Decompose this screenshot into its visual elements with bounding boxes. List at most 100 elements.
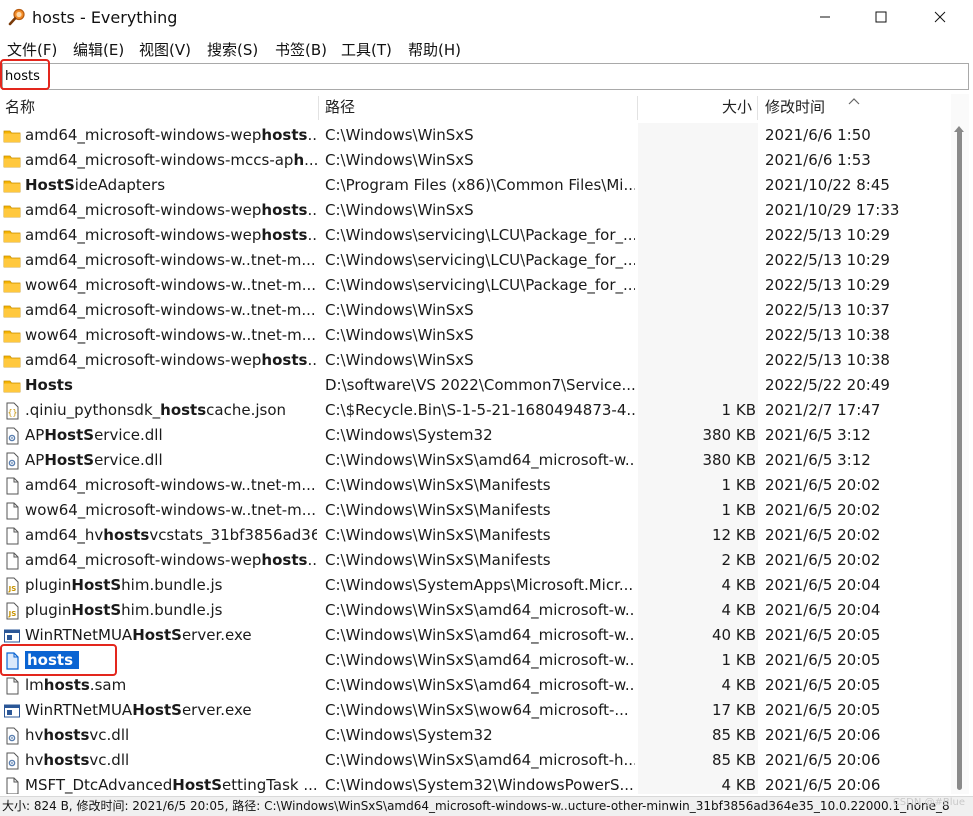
name-match-highlight: hosts: [261, 126, 308, 144]
menu-edit[interactable]: 编辑(E): [73, 39, 124, 60]
name-segment: plugin: [25, 601, 72, 619]
column-header-name[interactable]: 名称: [5, 94, 315, 122]
table-row[interactable]: amd64_microsoft-windows-w..tnet-m... C:\W…: [0, 473, 950, 498]
cell-path: C:\Windows\servicing\LCU\Package_for_...: [325, 251, 635, 269]
dll-file-icon: [3, 427, 21, 445]
name-segment: cache.json: [206, 401, 287, 419]
cell-size: 1 KB: [721, 501, 756, 519]
table-row[interactable]: amd64_microsoft-windows-wephosts... C:\Wi…: [0, 348, 950, 373]
cell-path: C:\Windows\WinSxS\Manifests: [325, 551, 551, 569]
cell-path: C:\Windows\WinSxS: [325, 201, 474, 219]
maximize-button[interactable]: [852, 0, 910, 34]
name-match-highlight: HostS: [44, 426, 95, 444]
table-row[interactable]: MSFT_DtcAdvancedHostSettingTask ... C:\Wi…: [0, 773, 950, 794]
cell-modified: 2021/6/6 1:50: [765, 126, 871, 144]
cell-name: amd64_microsoft-windows-wephosts...: [25, 348, 317, 373]
js-file-icon: JS: [3, 602, 21, 620]
menu-file[interactable]: 文件(F): [7, 39, 57, 60]
dll-file-icon: [3, 452, 21, 470]
name-match-highlight: hosts: [261, 351, 308, 369]
menu-tools[interactable]: 工具(T): [341, 39, 392, 60]
cell-modified: 2022/5/13 10:29: [765, 251, 890, 269]
cell-name: amd64_microsoft-windows-mccs-aph...: [25, 148, 317, 173]
scrollbar-thumb[interactable]: [957, 130, 962, 790]
name-segment: amd64_microsoft-windows-wep: [25, 126, 262, 144]
table-row[interactable]: amd64_microsoft-windows-w..tnet-m... C:\W…: [0, 298, 950, 323]
table-row[interactable]: amd64_microsoft-windows-wephosts... C:\Wi…: [0, 548, 950, 573]
close-button[interactable]: [911, 0, 969, 34]
menu-bookmarks[interactable]: 书签(B): [275, 39, 327, 60]
name-match-highlight: hosts: [103, 526, 150, 544]
table-row[interactable]: amd64_hvhostsvcstats_31bf3856ad36... C:\W…: [0, 523, 950, 548]
cell-modified: 2021/6/5 20:02: [765, 526, 881, 544]
name-segment: ...: [307, 226, 317, 244]
menu-view[interactable]: 视图(V): [139, 39, 191, 60]
cell-modified: 2021/6/5 20:05: [765, 651, 881, 669]
table-row[interactable]: amd64_microsoft-windows-mccs-aph... C:\Wi…: [0, 148, 950, 173]
name-segment: ...: [304, 151, 317, 169]
cell-name: amd64_microsoft-windows-wephosts...: [25, 548, 317, 573]
table-row[interactable]: wow64_microsoft-windows-w..tnet-m... C:\W…: [0, 498, 950, 523]
table-row[interactable]: HostSideAdapters C:\Program Files (x86)\C…: [0, 173, 950, 198]
minimize-icon: [820, 16, 830, 18]
cell-name: MSFT_DtcAdvancedHostSettingTask ...: [25, 773, 317, 794]
name-segment: vcstats_31bf3856ad36...: [149, 526, 317, 544]
table-row[interactable]: JS pluginHostShim.bundle.js C:\Windows\Win…: [0, 598, 950, 623]
cell-size: 1 KB: [721, 651, 756, 669]
table-row[interactable]: wow64_microsoft-windows-w..tnet-m... C:\W…: [0, 273, 950, 298]
menu-help[interactable]: 帮助(H): [408, 39, 461, 60]
table-row[interactable]: wow64_microsoft-windows-w..tnet-m... C:\W…: [0, 323, 950, 348]
column-header-size[interactable]: 大小: [640, 94, 752, 122]
table-row[interactable]: hvhostsvc.dll C:\Windows\WinSxS\amd64_mic…: [0, 748, 950, 773]
table-row[interactable]: {} .qiniu_pythonsdk_hostscache.json C:\$Re…: [0, 398, 950, 423]
table-row[interactable]: APHostService.dll C:\Windows\WinSxS\amd64…: [0, 448, 950, 473]
minimize-button[interactable]: [796, 0, 854, 34]
cell-name: hvhostsvc.dll: [25, 748, 317, 773]
menu-search[interactable]: 搜索(S): [207, 39, 258, 60]
cell-name: pluginHostShim.bundle.js: [25, 573, 317, 598]
cell-path: C:\Windows\WinSxS: [325, 326, 474, 344]
table-row[interactable]: WinRTNetMUAHostServer.exe C:\Windows\WinS…: [0, 623, 950, 648]
column-divider[interactable]: [637, 96, 638, 120]
cell-name: .qiniu_pythonsdk_hostscache.json: [25, 398, 317, 423]
results-list: amd64_microsoft-windows-wephosts...C:\Wi…: [0, 123, 950, 794]
name-segment: hv: [25, 751, 44, 769]
column-header-row: 名称 路径 大小 修改时间: [0, 94, 950, 122]
column-divider[interactable]: [757, 96, 758, 120]
file-icon: [3, 677, 21, 695]
column-divider[interactable]: [318, 96, 319, 120]
table-row[interactable]: amd64_microsoft-windows-wephosts... C:\Wi…: [0, 123, 950, 148]
file-icon: [3, 502, 21, 520]
table-row[interactable]: JS pluginHostShim.bundle.js C:\Windows\Sys…: [0, 573, 950, 598]
table-row[interactable]: hvhostsvc.dll C:\Windows\System32 85 KB 202…: [0, 723, 950, 748]
column-header-path[interactable]: 路径: [325, 94, 635, 122]
search-input[interactable]: [3, 64, 968, 89]
cell-path: C:\Windows\WinSxS\amd64_microsoft-w...: [325, 651, 635, 669]
table-row[interactable]: Hosts D:\software\VS 2022\Common7\Service…: [0, 373, 950, 398]
name-match-highlight: HostS: [71, 576, 122, 594]
name-match-highlight: hosts: [43, 676, 90, 694]
table-row[interactable]: lmhosts.sam C:\Windows\WinSxS\amd64_micro…: [0, 673, 950, 698]
cell-name: APHostService.dll: [25, 448, 317, 473]
table-row[interactable]: amd64_microsoft-windows-wephosts... C:\Wi…: [0, 198, 950, 223]
name-segment: amd64_microsoft-windows-mccs-ap: [25, 151, 294, 169]
table-row[interactable]: amd64_microsoft-windows-wephosts... C:\Wi…: [0, 223, 950, 248]
table-row[interactable]: hosts C:\Windows\WinSxS\amd64_microsoft-w…: [0, 648, 950, 673]
table-row[interactable]: WinRTNetMUAHostServer.exe C:\Windows\WinS…: [0, 698, 950, 723]
name-match-highlight: h: [293, 151, 305, 169]
table-row[interactable]: amd64_microsoft-windows-w..tnet-m... C:\W…: [0, 248, 950, 273]
cell-size: [640, 348, 756, 373]
name-segment: WinRTNetMUA: [25, 626, 133, 644]
cell-size: [640, 173, 756, 198]
table-row[interactable]: APHostService.dll C:\Windows\System32 380 …: [0, 423, 950, 448]
cell-name: Hosts: [25, 373, 317, 398]
folder-icon: [3, 252, 21, 270]
cell-modified: 2021/6/5 20:02: [765, 551, 881, 569]
svg-text:{}: {}: [8, 408, 18, 417]
name-match-highlight: hosts: [261, 201, 308, 219]
js-file-icon: JS: [3, 577, 21, 595]
cell-modified: 2021/6/5 3:12: [765, 451, 871, 469]
cell-path: C:\Windows\WinSxS\Manifests: [325, 526, 551, 544]
name-segment: ...: [307, 351, 317, 369]
name-match-highlight: HostS: [132, 701, 182, 719]
